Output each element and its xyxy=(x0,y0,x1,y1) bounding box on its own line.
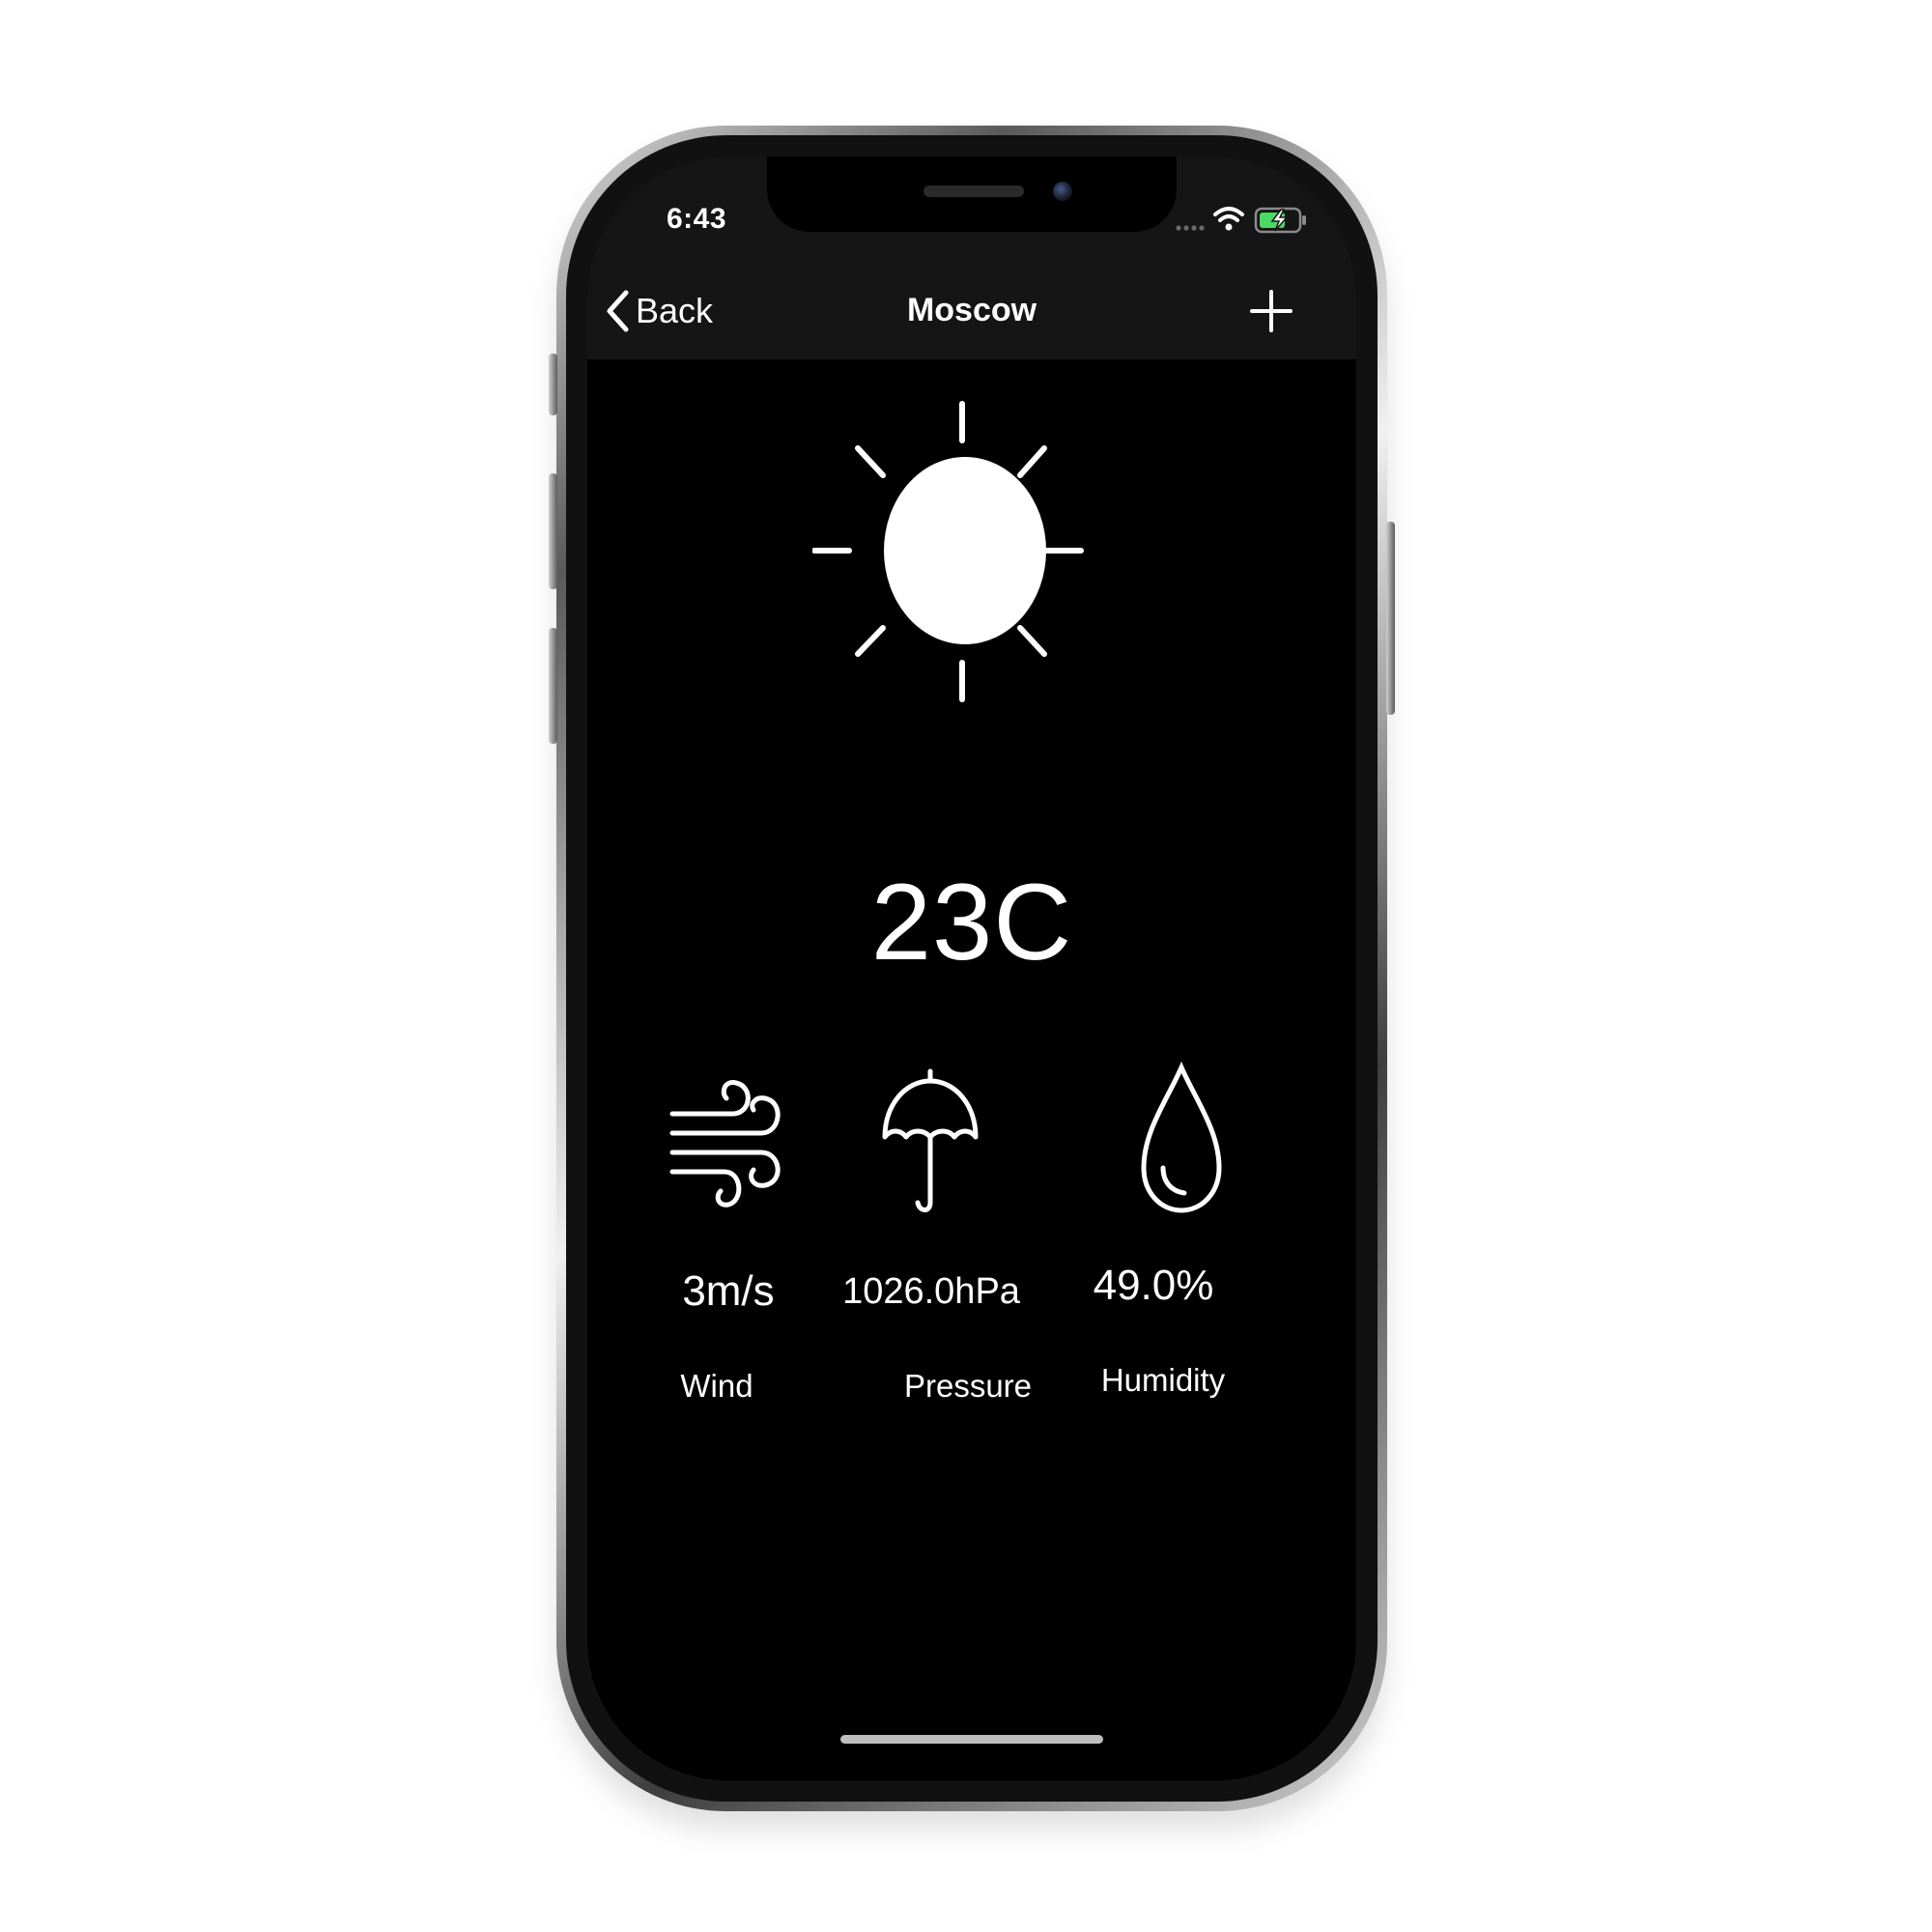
plus-icon xyxy=(1250,290,1293,332)
status-icons xyxy=(1176,207,1306,234)
phone-screen: 6:43 Back Moscow 23C 3m/s 1026.0hPa 49.0… xyxy=(587,156,1356,1780)
status-bar: 6:43 xyxy=(587,156,1356,263)
temperature-value: 23C xyxy=(870,862,1073,982)
mute-switch xyxy=(549,354,557,415)
navigation-bar: Back Moscow xyxy=(587,263,1356,359)
humidity-label: Humidity xyxy=(1100,1362,1226,1398)
battery-charging-icon xyxy=(1254,207,1306,234)
umbrella-icon xyxy=(882,1068,979,1212)
volume-down-button xyxy=(549,628,557,744)
humidity-value: 49.0% xyxy=(1093,1262,1214,1309)
pressure-value: 1026.0hPa xyxy=(842,1271,1020,1312)
phone-frame: 6:43 Back Moscow 23C 3m/s 1026.0hPa 49.0… xyxy=(549,126,1395,1811)
page-title: Moscow xyxy=(906,292,1037,328)
wind-icon xyxy=(669,1080,781,1208)
signal-dots-icon xyxy=(1176,225,1205,231)
notch xyxy=(767,156,1177,232)
wind-label: Wind xyxy=(680,1368,753,1404)
home-indicator[interactable] xyxy=(840,1735,1103,1744)
back-button[interactable]: Back xyxy=(603,282,713,340)
chevron-left-icon xyxy=(607,290,629,332)
front-camera xyxy=(1053,182,1072,201)
status-time: 6:43 xyxy=(667,203,727,235)
sun-icon xyxy=(812,401,1084,702)
add-location-button[interactable] xyxy=(1246,286,1296,336)
water-drop-icon xyxy=(1141,1061,1222,1213)
back-button-label: Back xyxy=(636,291,714,330)
earpiece-speaker xyxy=(923,185,1024,197)
volume-up-button xyxy=(549,473,557,589)
power-button xyxy=(1386,522,1395,715)
wifi-icon xyxy=(1213,207,1244,231)
